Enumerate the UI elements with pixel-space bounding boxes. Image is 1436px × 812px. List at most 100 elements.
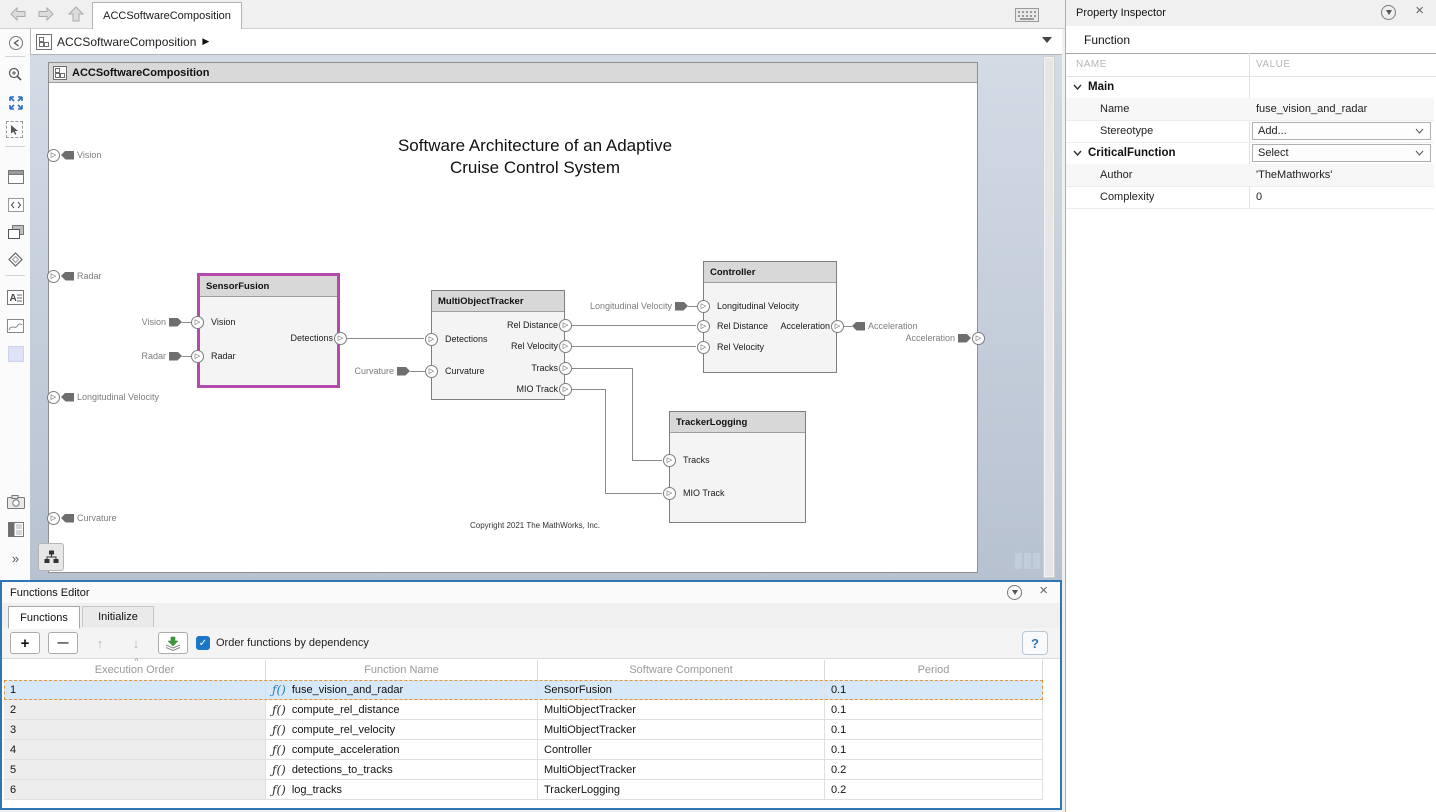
- signal-label-curvature[interactable]: Curvature: [354, 366, 410, 376]
- move-down-button[interactable]: [122, 633, 150, 653]
- wire[interactable]: [688, 306, 697, 307]
- chevron-down-icon[interactable]: [1073, 150, 1082, 156]
- wire[interactable]: [605, 389, 606, 493]
- criticalfunction-select-dropdown[interactable]: Select: [1252, 144, 1431, 162]
- show-hierarchy-button[interactable]: [38, 543, 64, 571]
- panel-menu-icon[interactable]: [1007, 585, 1022, 600]
- viewport-icon[interactable]: [6, 167, 25, 186]
- port-mot-rel-distance[interactable]: [559, 319, 572, 332]
- image-annotation-icon[interactable]: [6, 316, 25, 335]
- forward-button-icon[interactable]: [36, 5, 56, 23]
- move-up-button[interactable]: [86, 633, 114, 653]
- up-to-parent-icon[interactable]: [66, 5, 86, 23]
- port-sensorfusion-vision[interactable]: [191, 316, 204, 329]
- zoom-region-icon[interactable]: [6, 65, 25, 84]
- tab-accsoftwarecomposition[interactable]: ACCSoftwareComposition: [92, 2, 242, 29]
- port-mot-detections[interactable]: [425, 333, 438, 346]
- canvas-vertical-scrollbar[interactable]: [1043, 56, 1055, 578]
- breadcrumb-caret-icon[interactable]: [202, 36, 209, 47]
- port-controller-longitudinal-velocity[interactable]: [697, 300, 710, 313]
- function-row[interactable]: 5 detections_to_tracks MultiObjectTracke…: [4, 760, 1043, 780]
- area-annotation-icon[interactable]: [6, 344, 25, 363]
- function-row[interactable]: 2 compute_rel_distance MultiObjectTracke…: [4, 700, 1043, 720]
- order-by-dependency-checkbox[interactable]: [196, 636, 210, 650]
- port-vision-in[interactable]: [47, 149, 60, 162]
- close-icon[interactable]: [1039, 583, 1048, 598]
- copy-compare-icon[interactable]: [6, 223, 25, 242]
- code-view-icon[interactable]: [6, 195, 25, 214]
- property-group-criticalfunction[interactable]: CriticalFunction Select: [1066, 142, 1434, 165]
- component-controller[interactable]: Controller: [703, 261, 837, 373]
- port-controller-rel-velocity[interactable]: [697, 341, 710, 354]
- author-value-field[interactable]: 'TheMathworks': [1256, 169, 1332, 181]
- close-icon[interactable]: [1415, 3, 1424, 18]
- port-trackerlogging-tracks[interactable]: [663, 454, 676, 467]
- diagram-title[interactable]: Software Architecture of an Adaptive Cru…: [335, 135, 735, 179]
- wire[interactable]: [347, 338, 424, 339]
- port-mot-curvature[interactable]: [425, 365, 438, 378]
- name-value-field[interactable]: fuse_vision_and_radar: [1256, 103, 1367, 115]
- port-curvature-in[interactable]: [47, 512, 60, 525]
- wire[interactable]: [572, 346, 696, 347]
- screenshot-icon[interactable]: [6, 492, 25, 511]
- component-trackerlogging[interactable]: TrackerLogging: [669, 411, 806, 523]
- panel-menu-icon[interactable]: [1381, 5, 1396, 20]
- edge-label-acceleration[interactable]: Acceleration: [905, 333, 971, 343]
- function-row[interactable]: 1 fuse_vision_and_radar SensorFusion 0.1: [4, 680, 1043, 700]
- copyright-note[interactable]: Copyright 2021 The MathWorks, Inc.: [385, 521, 685, 530]
- signal-label-vision[interactable]: Vision: [142, 317, 182, 327]
- wire[interactable]: [632, 368, 633, 460]
- edge-label-longitudinal-velocity[interactable]: Longitudinal Velocity: [61, 392, 159, 402]
- remove-function-button[interactable]: [48, 632, 78, 654]
- port-sensorfusion-detections[interactable]: [334, 332, 347, 345]
- back-button-icon[interactable]: [8, 5, 28, 23]
- port-acceleration-out[interactable]: [972, 332, 985, 345]
- signal-label-longitudinal-velocity[interactable]: Longitudinal Velocity: [590, 301, 688, 311]
- tab-initialize[interactable]: Initialize: [82, 606, 154, 627]
- route-diamond-icon[interactable]: [6, 250, 25, 269]
- port-controller-acceleration[interactable]: [831, 320, 844, 333]
- port-mot-tracks[interactable]: [559, 362, 572, 375]
- help-icon[interactable]: [1022, 631, 1048, 655]
- update-diagram-button[interactable]: [158, 632, 188, 654]
- function-row[interactable]: 4 compute_acceleration Controller 0.1: [4, 740, 1043, 760]
- wire[interactable]: [572, 325, 696, 326]
- resize-grip[interactable]: [1015, 553, 1040, 569]
- signal-label-radar[interactable]: Radar: [141, 351, 182, 361]
- column-software-component[interactable]: Software Component: [538, 660, 825, 680]
- tab-functions[interactable]: Functions: [8, 606, 80, 629]
- breadcrumb[interactable]: ACCSoftwareComposition: [57, 35, 196, 49]
- wire[interactable]: [182, 322, 191, 323]
- column-function-name[interactable]: Function Name: [266, 660, 538, 680]
- edge-label-radar[interactable]: Radar: [61, 271, 102, 281]
- port-radar-in[interactable]: [47, 270, 60, 283]
- hide-browser-icon[interactable]: [6, 33, 25, 52]
- function-row[interactable]: 3 compute_rel_velocity MultiObjectTracke…: [4, 720, 1043, 740]
- column-execution-order[interactable]: Execution Order: [4, 660, 266, 680]
- breadcrumb-dropdown-icon[interactable]: [1042, 37, 1052, 43]
- port-longitudinal-velocity-in[interactable]: [47, 391, 60, 404]
- property-group-main[interactable]: Main: [1066, 76, 1434, 99]
- stereotype-dropdown[interactable]: Add...: [1252, 122, 1431, 140]
- port-sensorfusion-radar[interactable]: [191, 350, 204, 363]
- wire[interactable]: [844, 326, 852, 327]
- signal-label-acceleration[interactable]: Acceleration: [852, 321, 918, 331]
- port-mot-rel-velocity[interactable]: [559, 340, 572, 353]
- edge-label-curvature[interactable]: Curvature: [61, 513, 117, 523]
- add-function-button[interactable]: [10, 632, 40, 654]
- fit-to-view-icon[interactable]: [6, 93, 25, 112]
- component-sensorfusion[interactable]: SensorFusion: [197, 273, 340, 388]
- annotation-icon[interactable]: A: [6, 288, 25, 307]
- wire[interactable]: [632, 460, 662, 461]
- port-mot-mio-track[interactable]: [559, 383, 572, 396]
- wire[interactable]: [182, 356, 191, 357]
- keyboard-icon[interactable]: [1015, 8, 1039, 22]
- wire[interactable]: [572, 368, 632, 369]
- wire[interactable]: [410, 371, 425, 372]
- expand-palette-icon[interactable]: [6, 549, 25, 568]
- column-period[interactable]: Period: [825, 660, 1043, 680]
- select-area-icon[interactable]: [6, 121, 23, 138]
- port-controller-rel-distance[interactable]: [697, 320, 710, 333]
- chevron-down-icon[interactable]: [1073, 84, 1082, 90]
- complexity-value-field[interactable]: 0: [1256, 191, 1262, 203]
